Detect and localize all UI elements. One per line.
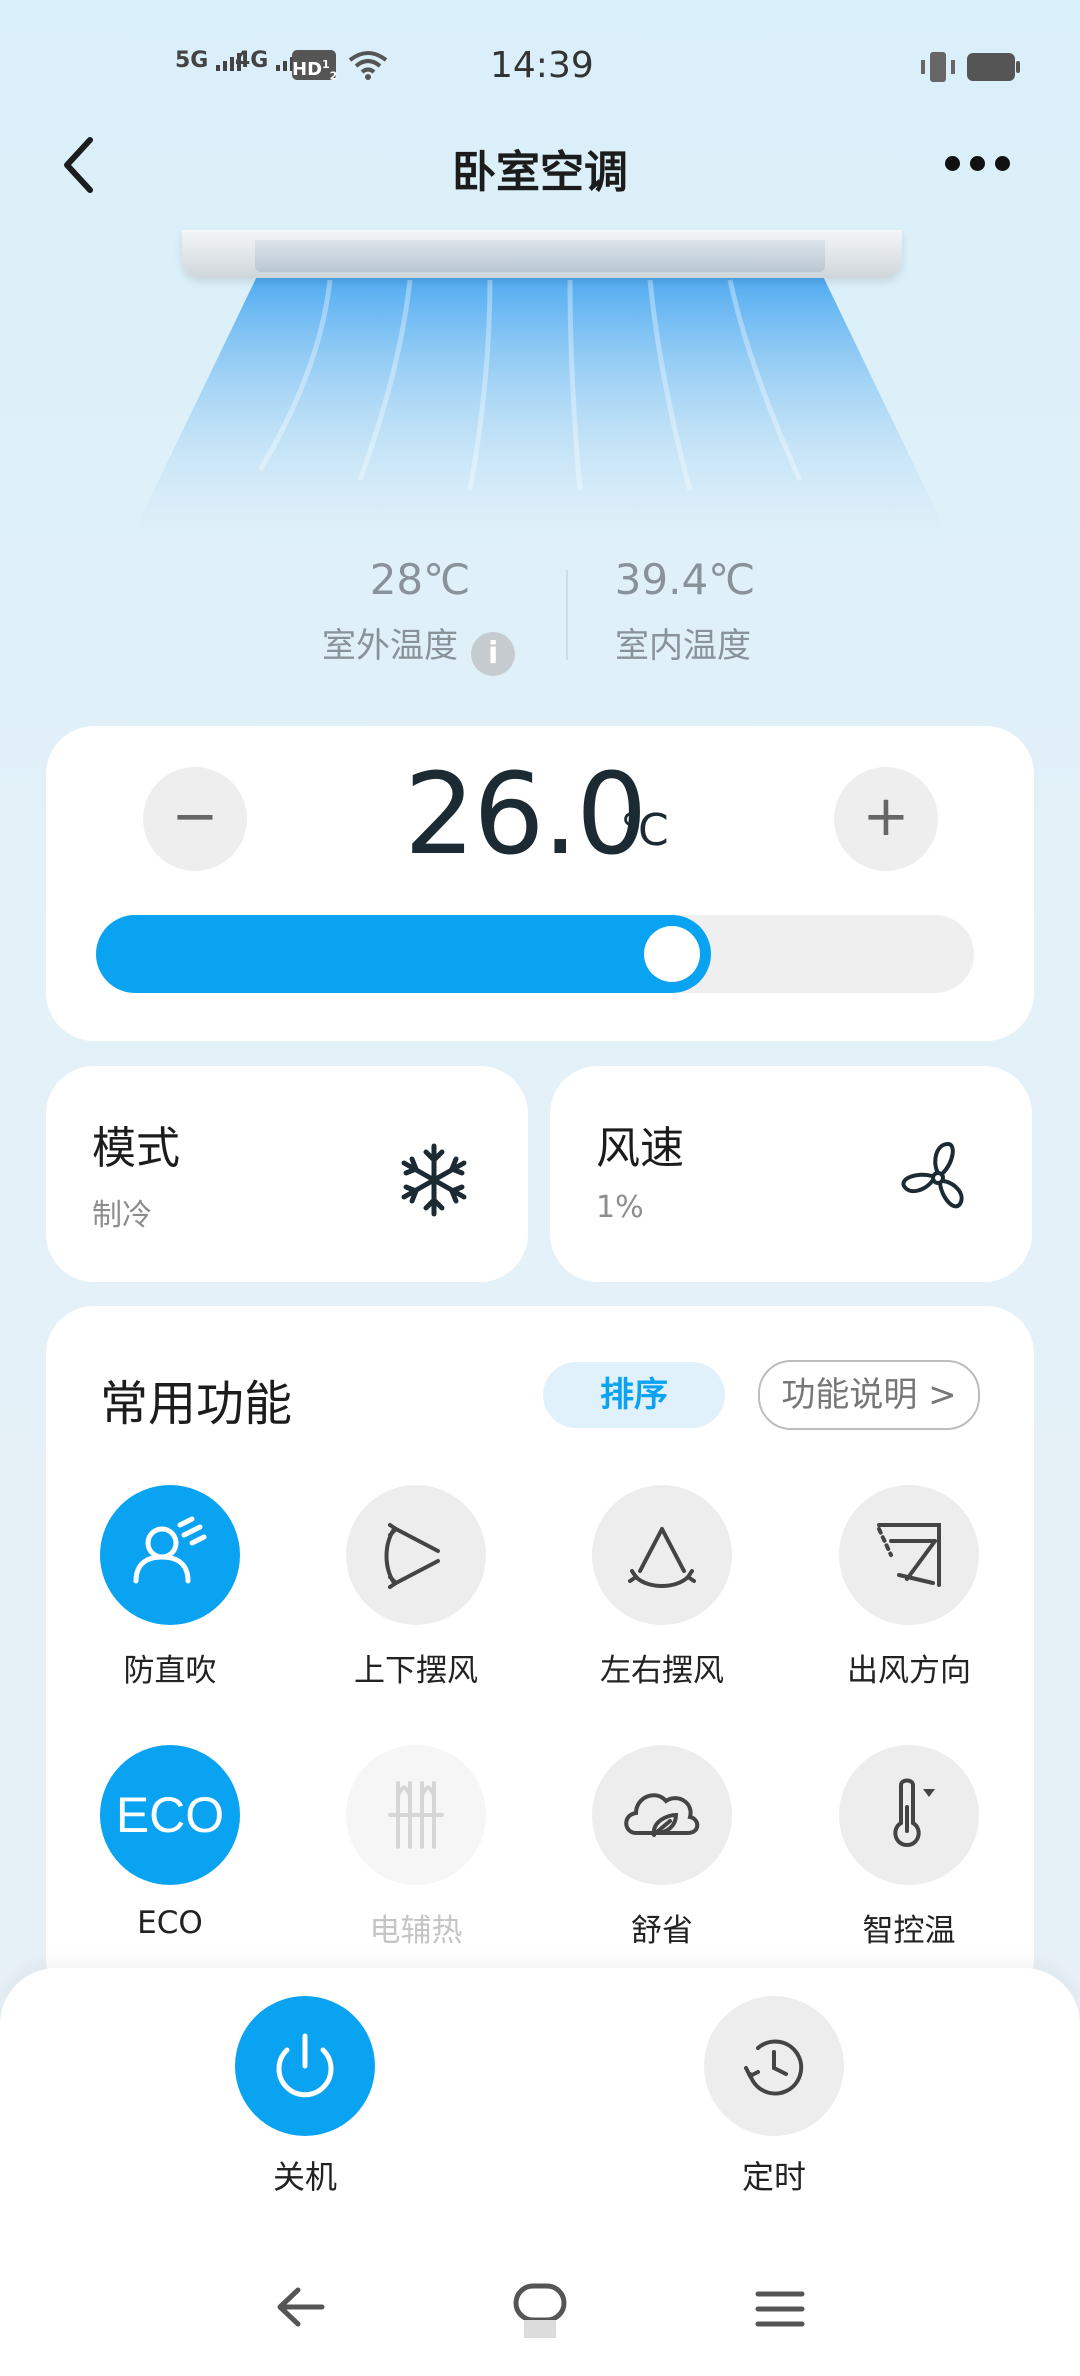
function-label: 上下摆风 <box>354 1653 478 1689</box>
comfort-save-icon <box>624 1793 700 1837</box>
outdoor-temp-label-group: 室外温度 i <box>322 618 516 676</box>
temp-divider <box>566 570 568 660</box>
ac-vent <box>255 240 825 272</box>
temp-unit: ℃ <box>620 805 670 856</box>
sort-button[interactable]: 排序 <box>543 1362 725 1428</box>
power-label: 关机 <box>272 2158 337 2196</box>
nav-back-icon[interactable] <box>270 2282 330 2332</box>
smart-temp-button[interactable] <box>839 1745 979 1885</box>
wifi-icon <box>348 51 388 80</box>
timer-button[interactable] <box>704 1996 844 2136</box>
mode-title: 模式 <box>92 1123 180 1174</box>
temp-slider-handle[interactable] <box>644 926 700 982</box>
vibrate-icon <box>921 52 955 82</box>
smart-temp-icon <box>893 1778 935 1848</box>
hd-badge: HD12 <box>292 50 338 83</box>
electric-heat-button[interactable] <box>346 1745 486 1885</box>
functions-title: 常用功能 <box>100 1376 293 1432</box>
page-title: 卧室空调 <box>452 147 628 198</box>
decrease-temp-button[interactable]: − <box>143 767 247 871</box>
function-label: 电辅热 <box>369 1913 463 1949</box>
hd-sub1: 1 <box>322 58 330 71</box>
timer-icon <box>744 2039 804 2096</box>
outdoor-temp-value: 28℃ <box>369 555 471 604</box>
signal-5g-label: 5G <box>175 48 209 73</box>
more-dot <box>945 155 960 171</box>
increase-temp-button[interactable]: + <box>834 767 938 871</box>
function-label: 舒省 <box>631 1913 693 1949</box>
function-label: 防直吹 <box>123 1653 217 1689</box>
setpoint-temp: 26.0 <box>404 750 647 880</box>
signal-4g-label: 4G <box>235 48 269 73</box>
horizontal-swing-button[interactable] <box>592 1485 732 1625</box>
wind-direction-button[interactable] <box>839 1485 979 1625</box>
temp-slider-fill <box>96 915 711 993</box>
fan-icon <box>901 1142 964 1209</box>
mode-value: 制冷 <box>92 1198 152 1233</box>
vertical-swing-button[interactable] <box>346 1485 486 1625</box>
eco-button[interactable]: ECO <box>100 1745 240 1885</box>
indoor-temp-value: 39.4℃ <box>614 555 756 604</box>
fan-title: 风速 <box>596 1123 684 1174</box>
battery-icon <box>967 53 1020 81</box>
more-dot <box>970 155 985 171</box>
electric-heat-icon <box>388 1781 444 1849</box>
function-label: 左右摆风 <box>600 1653 724 1689</box>
function-label: 智控温 <box>862 1913 956 1949</box>
snowflake-icon <box>401 1143 467 1217</box>
airflow-illustration <box>130 270 950 540</box>
hd-sub2: 2 <box>329 69 338 83</box>
hd-label: HD <box>292 59 323 80</box>
comfort-save-button[interactable] <box>592 1745 732 1885</box>
power-button[interactable] <box>235 1996 375 2136</box>
nav-menu-icon[interactable] <box>750 2284 810 2334</box>
status-bar: 5G 4G HD12 14:39 <box>0 0 1080 130</box>
indoor-temp-label: 室内温度 <box>615 626 751 666</box>
status-time: 14:39 <box>490 45 594 86</box>
function-label: 出风方向 <box>847 1653 971 1689</box>
anti-direct-wind-button[interactable] <box>100 1485 240 1625</box>
function-label: ECO <box>137 1905 203 1941</box>
function-help-button[interactable]: 功能说明 > <box>758 1360 980 1430</box>
outdoor-temp-label: 室外温度 <box>322 626 458 666</box>
wind-direction-icon <box>877 1523 941 1587</box>
anti-direct-wind-icon <box>133 1516 207 1584</box>
power-icon <box>276 2033 334 2098</box>
more-dot <box>995 155 1010 171</box>
nav-home-icon[interactable] <box>510 2278 570 2338</box>
info-icon[interactable]: i <box>471 632 516 676</box>
vertical-swing-icon <box>384 1523 440 1589</box>
more-options-button[interactable] <box>945 148 1025 178</box>
eco-icon: ECO <box>115 1787 225 1843</box>
horizontal-swing-icon <box>628 1527 696 1588</box>
timer-label: 定时 <box>741 2158 806 2196</box>
fan-value: 1% <box>596 1190 644 1225</box>
